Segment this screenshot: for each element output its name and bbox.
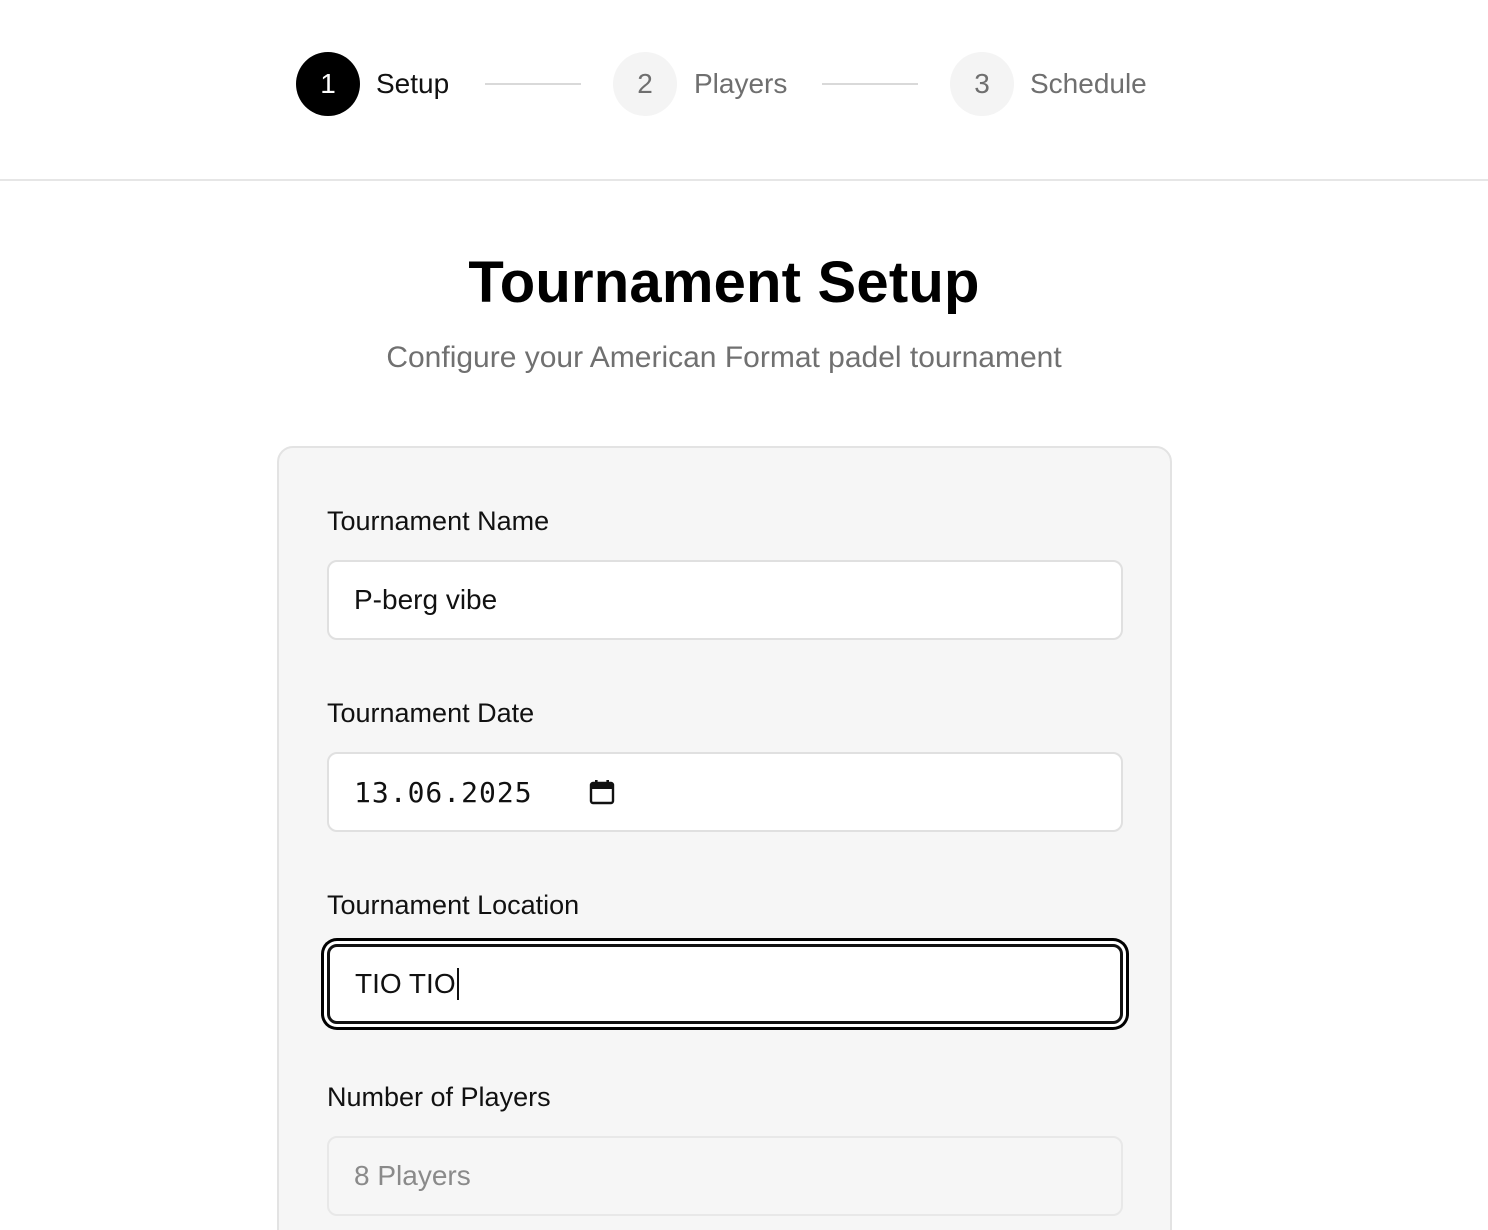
main-content: Tournament Setup Configure your American… [0, 183, 1488, 1230]
page: 1 Setup 2 Players 3 Schedule Tournament … [0, 0, 1488, 1230]
step-connector [485, 83, 581, 85]
setup-form-card: Tournament Name P-berg vibe Tournament D… [277, 446, 1172, 1230]
step-1-indicator[interactable]: 1 [296, 52, 360, 116]
tournament-date-input[interactable]: 13.06.2025 [327, 752, 1123, 832]
tournament-name-label: Tournament Name [327, 506, 550, 536]
step-2-label[interactable]: Players [694, 66, 787, 102]
number-of-players-label: Number of Players [327, 1082, 551, 1112]
tournament-name-value: P-berg vibe [354, 584, 498, 615]
tournament-location-input[interactable]: TIO TIO [327, 944, 1123, 1024]
step-3-label[interactable]: Schedule [1030, 66, 1147, 102]
step-1-label[interactable]: Setup [376, 66, 449, 102]
number-of-players-value: 8 Players [354, 1160, 471, 1191]
tournament-location-label: Tournament Location [327, 890, 580, 920]
step-connector [822, 83, 918, 85]
tournament-location-value: TIO TIO [355, 968, 456, 999]
stepper: 1 Setup 2 Players 3 Schedule [0, 0, 1488, 181]
page-subtitle: Configure your American Format padel tou… [386, 341, 1062, 374]
number-of-players-select[interactable]: 8 Players [327, 1136, 1123, 1216]
tournament-date-value: 13.06.2025 [354, 775, 533, 809]
calendar-icon[interactable] [589, 779, 615, 805]
step-2-indicator[interactable]: 2 [613, 52, 677, 116]
tournament-date-label: Tournament Date [327, 698, 535, 728]
tournament-name-input[interactable]: P-berg vibe [327, 560, 1123, 640]
text-caret [456, 968, 459, 1000]
page-title: Tournament Setup [468, 250, 980, 315]
step-3-indicator[interactable]: 3 [950, 52, 1014, 116]
